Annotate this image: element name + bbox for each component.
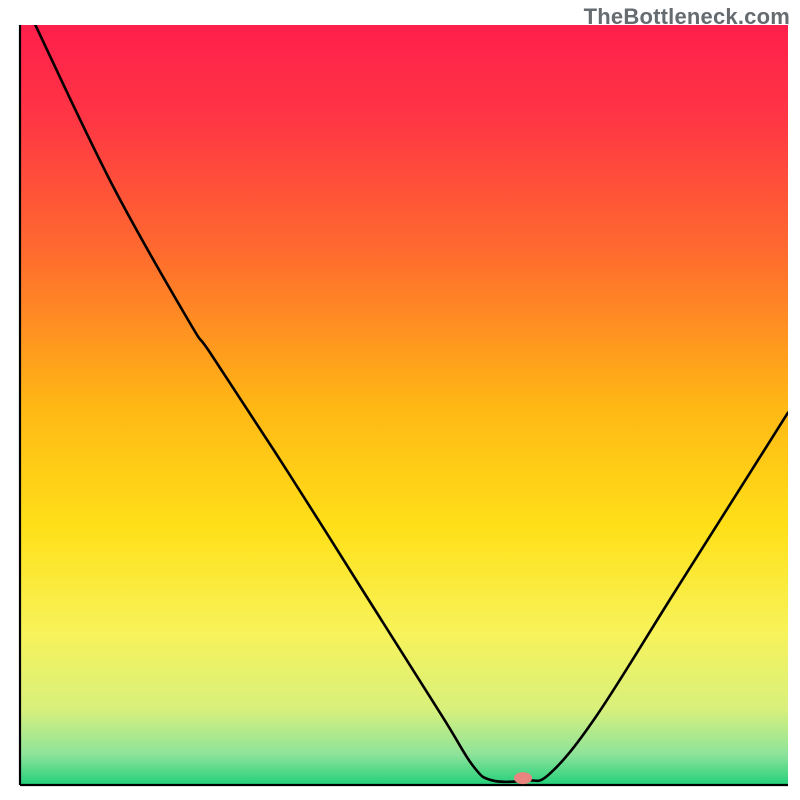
bottleneck-chart <box>0 0 800 800</box>
chart-stage: TheBottleneck.com <box>0 0 800 800</box>
watermark-text: TheBottleneck.com <box>584 4 790 30</box>
optimal-marker <box>514 772 532 784</box>
plot-background <box>20 25 788 785</box>
